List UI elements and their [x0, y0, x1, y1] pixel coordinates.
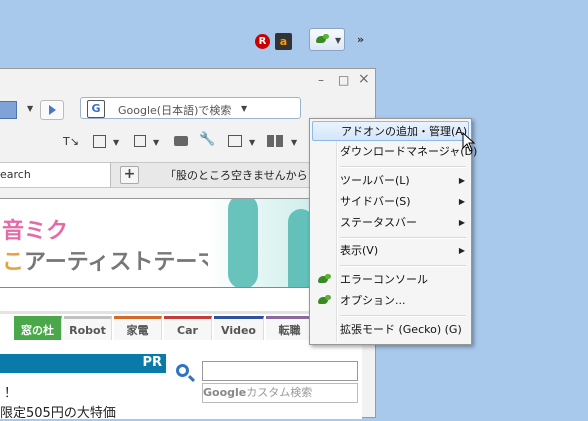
menu-item-toolbar[interactable]: ツールバー(L) ▶: [312, 171, 469, 191]
pr-label: PR: [142, 355, 162, 370]
page-icon[interactable]: [93, 135, 106, 148]
chevron-down-icon[interactable]: ▼: [241, 104, 247, 113]
menu-item-statusbar[interactable]: ステータスバー ▶: [312, 213, 469, 233]
tab-label[interactable]: 「股のところ空きませんから！」: [165, 167, 330, 183]
new-window-icon[interactable]: [134, 135, 146, 147]
chevron-down-icon[interactable]: ▼: [27, 104, 33, 113]
close-button[interactable]: ×: [358, 71, 370, 87]
menu-item-error-console[interactable]: エラーコンソール: [312, 270, 469, 290]
chevron-down-icon[interactable]: ▼: [113, 138, 119, 147]
text-size-icon[interactable]: T↘: [63, 135, 79, 148]
banner[interactable]: 音ミク こアーティストテーマ登場: [0, 199, 362, 288]
google-custom-search-input[interactable]: Googleカスタム検索: [202, 383, 358, 403]
layout-icon[interactable]: [267, 135, 283, 147]
chevron-down-icon: ▼: [335, 36, 342, 45]
nav-item[interactable]: 窓の杜: [14, 316, 62, 340]
minimize-button[interactable]: –: [318, 73, 324, 87]
menu-item-download-manager[interactable]: ダウンロードマネージャ(D): [312, 142, 477, 162]
menu-separator: [340, 237, 466, 239]
menu-item-options[interactable]: オプション...: [312, 291, 469, 311]
menu-item-view[interactable]: 表示(V) ▶: [312, 241, 469, 261]
submenu-arrow-icon: ▶: [458, 197, 465, 206]
menu-separator: [340, 315, 466, 317]
maximize-button[interactable]: □: [338, 73, 349, 87]
lizard-icon: [315, 34, 329, 46]
search-icon[interactable]: [176, 364, 189, 377]
tools-context-menu: アドオンの追加・管理(A) ダウンロードマネージャ(D) ツールバー(L) ▶ サ…: [309, 118, 477, 345]
headline-text: ！: [4, 386, 18, 401]
chevron-down-icon[interactable]: ▼: [153, 138, 159, 147]
chevron-down-icon[interactable]: ▼: [249, 138, 255, 147]
site-nav: 窓の杜 Robot 家電 Car Video 転職: [0, 311, 362, 342]
go-forward-button[interactable]: [40, 100, 64, 120]
amazon-icon[interactable]: a: [275, 33, 292, 50]
menu-item-extended-mode[interactable]: 拡張モード (Gecko) (G): [312, 320, 469, 340]
mouse-cursor-icon: [462, 132, 476, 152]
search-box[interactable]: G Google(日本語)で検索 ▼: [80, 97, 301, 119]
lizard-icon: [317, 295, 331, 307]
submenu-arrow-icon: ▶: [458, 176, 465, 185]
rakuten-icon[interactable]: R: [255, 34, 270, 49]
nav-item[interactable]: 家電: [114, 316, 162, 340]
menu-item-addons[interactable]: アドオンの追加・管理(A): [312, 121, 469, 141]
mail-icon[interactable]: [228, 135, 242, 147]
wrench-icon[interactable]: 🔧: [199, 132, 215, 147]
rss-icon[interactable]: [0, 101, 17, 119]
submenu-arrow-icon: ▶: [458, 218, 465, 227]
nav-item[interactable]: Video: [214, 316, 264, 340]
addon-menu-button[interactable]: ▼: [309, 28, 345, 51]
nav-item[interactable]: Car: [164, 316, 212, 340]
menu-item-sidebar[interactable]: サイドバー(S) ▶: [312, 192, 469, 212]
google-icon[interactable]: G: [87, 100, 105, 118]
tab-label: earch: [0, 168, 31, 181]
pr-bar: PR: [0, 354, 166, 373]
chevron-down-icon[interactable]: ▼: [291, 138, 297, 147]
submenu-arrow-icon: ▶: [458, 246, 465, 255]
print-icon[interactable]: [174, 136, 188, 146]
menu-separator: [340, 166, 466, 168]
overflow-chevron-icon[interactable]: »: [357, 33, 364, 46]
menu-separator: [340, 265, 466, 267]
nav-item[interactable]: 転職: [266, 316, 314, 340]
page-content: 音ミク こアーティストテーマ登場 窓の杜 Robot 家電 Car Video …: [0, 198, 362, 421]
new-tab-button[interactable]: +: [120, 166, 139, 184]
site-search-input[interactable]: [202, 361, 358, 381]
banner-title: 音ミク: [2, 219, 69, 244]
tab-search[interactable]: earch: [0, 163, 111, 187]
nav-item[interactable]: Robot: [64, 316, 112, 340]
search-input[interactable]: Google(日本語)で検索: [118, 102, 231, 118]
lizard-icon: [317, 274, 331, 286]
